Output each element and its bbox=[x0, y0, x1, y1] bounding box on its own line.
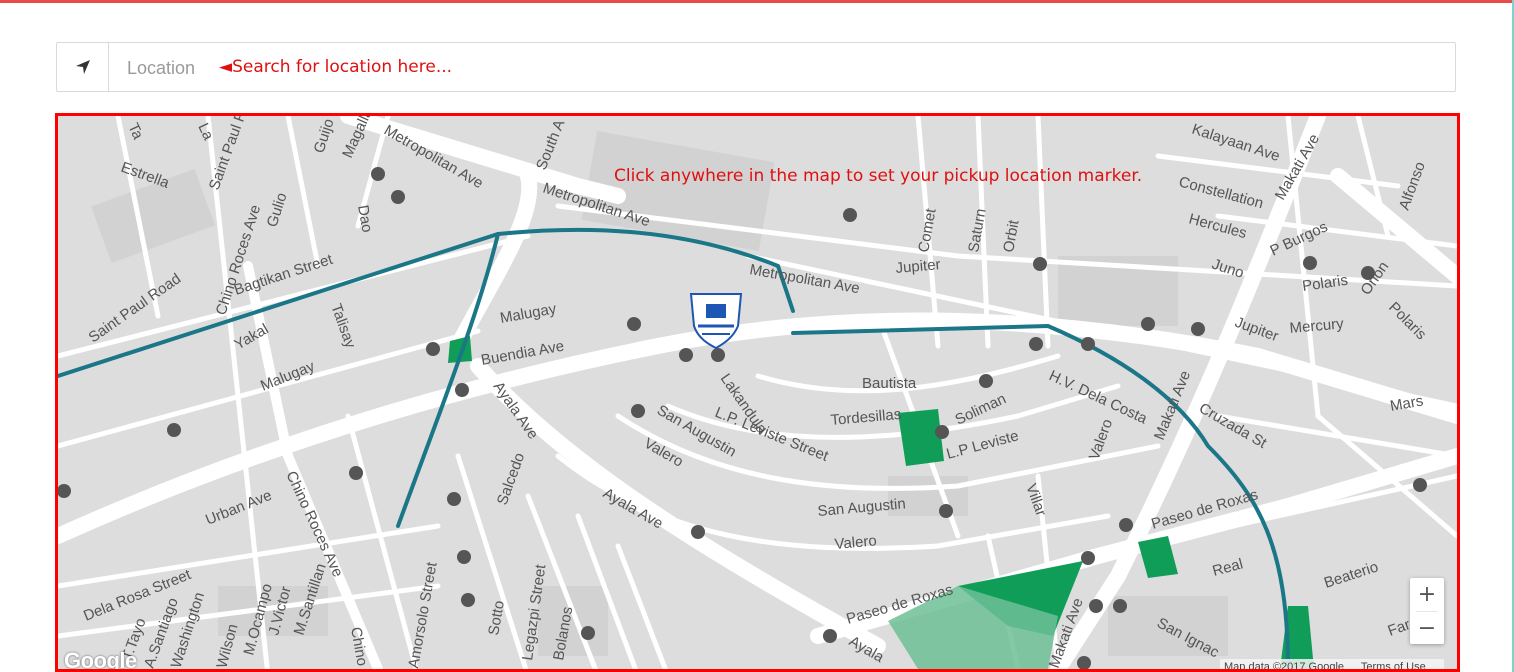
map-attribution: Map data ©2017 Google Terms of Use bbox=[1220, 659, 1444, 672]
location-search-group: ◄Search for location here... bbox=[56, 42, 1456, 92]
street-label: Bautista bbox=[862, 375, 917, 392]
location-search-hint: ◄Search for location here... bbox=[219, 57, 453, 77]
terms-link[interactable]: Terms of Use bbox=[1361, 661, 1426, 669]
map-canvas[interactable]: Ta La Estrella Saint Paul R Guijo Magall… bbox=[58, 116, 1457, 669]
location-arrow-icon bbox=[57, 43, 109, 91]
zoom-out-button[interactable]: − bbox=[1410, 612, 1444, 645]
map-instruction-text: Click anywhere in the map to set your pi… bbox=[614, 166, 1143, 186]
google-logo: Google bbox=[64, 648, 137, 672]
location-search-input[interactable] bbox=[127, 57, 217, 79]
zoom-controls: + − bbox=[1410, 578, 1444, 644]
map-data-credit: Map data ©2017 Google bbox=[1224, 661, 1345, 672]
pickup-map[interactable]: Ta La Estrella Saint Paul R Guijo Magall… bbox=[55, 113, 1460, 672]
top-accent-bar bbox=[0, 0, 1514, 3]
zoom-in-button[interactable]: + bbox=[1410, 578, 1444, 611]
